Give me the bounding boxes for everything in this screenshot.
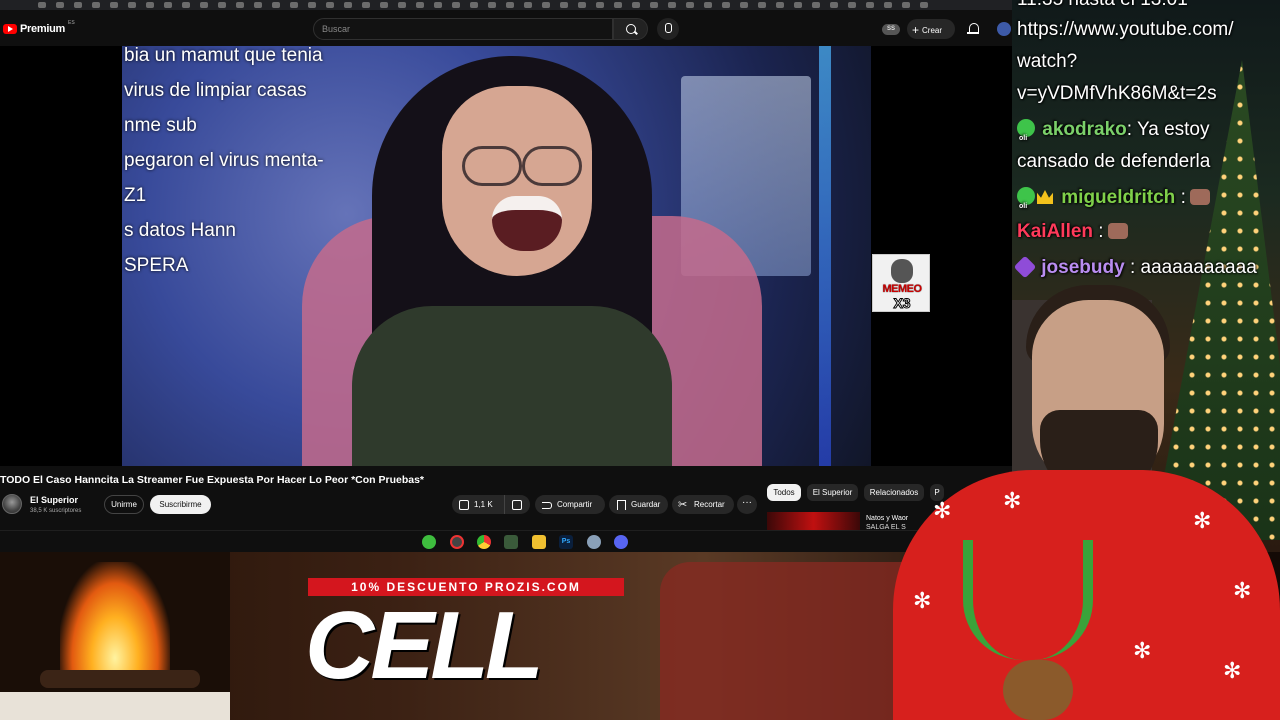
thumbs-up-icon xyxy=(459,500,469,510)
dislike-button[interactable] xyxy=(504,495,530,514)
chat-text: : aaaaaaaaaaa xyxy=(1124,257,1257,278)
clip-label: Recortar xyxy=(694,500,725,509)
video-chat-line: virus de limpiar casas xyxy=(124,80,307,101)
premium-label: Premium xyxy=(20,23,65,35)
memeo-badge: MEMEO X3 xyxy=(872,254,930,312)
like-button[interactable]: 1,1 K xyxy=(452,495,504,514)
microphone-icon[interactable] xyxy=(657,18,679,40)
video-chat-line: s datos Hann xyxy=(124,220,236,241)
emote-icon xyxy=(1189,189,1210,205)
create-button[interactable]: + Crear xyxy=(907,19,955,39)
chat-url-line: https://www.youtube.com/ xyxy=(1017,19,1234,40)
channel-avatar[interactable] xyxy=(2,494,22,514)
obs-icon[interactable] xyxy=(450,535,464,549)
youtube-play-icon xyxy=(3,24,17,34)
chat-text: cansado de defenderla xyxy=(1017,151,1211,172)
x3-label: X3 xyxy=(893,295,911,312)
chat-username: KaiAllen xyxy=(1017,221,1094,242)
chat-username: akodrako xyxy=(1042,119,1127,140)
account-avatar[interactable] xyxy=(997,22,1011,36)
share-icon xyxy=(542,500,552,509)
video-chat-line: SPERA xyxy=(124,255,189,276)
save-button[interactable]: Guardar xyxy=(609,495,668,514)
app-icon[interactable] xyxy=(504,535,518,549)
fireplace-image xyxy=(0,552,230,720)
taskbar: Ps xyxy=(0,530,1012,552)
search-icon[interactable] xyxy=(613,18,648,40)
chip-todos[interactable]: Todos xyxy=(767,484,801,501)
region-label: ES xyxy=(67,20,75,26)
subscriber-badge-icon xyxy=(1017,119,1035,155)
recommended-thumbnail[interactable] xyxy=(767,512,860,532)
video-player[interactable]: bia un mamut que tenia virus de limpiar … xyxy=(0,46,1012,466)
chat-url-line: watch? xyxy=(1017,51,1078,72)
browser-tab-strip[interactable] xyxy=(0,0,1012,10)
youtube-logo[interactable]: Premium ES xyxy=(3,20,75,35)
video-chat-line: bia un mamut que tenia xyxy=(124,46,323,66)
gem-badge-icon xyxy=(1013,255,1037,279)
chat-username: josebudy xyxy=(1041,257,1125,278)
create-label: Crear xyxy=(922,26,943,35)
discord-icon[interactable] xyxy=(614,535,628,549)
clip-button[interactable]: Recortar xyxy=(672,495,734,515)
chat-text: : xyxy=(1175,187,1186,208)
channel-name[interactable]: El Superior xyxy=(30,495,78,505)
bookmark-icon xyxy=(616,500,626,510)
save-label: Guardar xyxy=(631,500,661,509)
chat-message: KaiAllen : xyxy=(1017,216,1128,248)
photoshop-icon[interactable]: Ps xyxy=(559,535,573,549)
app-icon[interactable] xyxy=(587,535,601,549)
search-input[interactable]: Buscar xyxy=(313,18,613,40)
chat-message: josebudy : aaaaaaaaaaa xyxy=(1013,252,1257,284)
plus-icon: + xyxy=(912,23,920,37)
video-chat-line: Z1 xyxy=(124,185,147,206)
subscribe-button[interactable]: Suscribirme xyxy=(150,495,211,514)
chip-el-superior[interactable]: El Superior xyxy=(807,484,858,501)
join-button[interactable]: Unirme xyxy=(104,495,144,514)
subscriber-badge-icon xyxy=(1017,187,1035,223)
ss-badge[interactable]: SS xyxy=(882,24,900,35)
scissors-icon xyxy=(678,496,689,515)
spotify-icon[interactable] xyxy=(422,535,436,549)
chat-message: migueldritch : xyxy=(1017,182,1210,223)
chat-message: akodrako: Ya estoy xyxy=(1017,114,1210,155)
crown-badge-icon xyxy=(1037,190,1053,204)
stream-screen: Premium ES Buscar SS + Crear bia un mamu… xyxy=(0,0,1280,720)
thumbs-down-icon xyxy=(512,500,522,510)
christmas-sweater: ✻ ✻ ✻ ✻ ✻ ✻ ✻ xyxy=(893,470,1280,720)
like-count: 1,1 K xyxy=(474,500,493,509)
chat-url-line: v=yVDMfVhK86M&t=2s xyxy=(1017,83,1217,104)
video-chat-line: nme sub xyxy=(124,115,197,136)
chat-username: migueldritch xyxy=(1061,187,1176,208)
video-chat-line: pegaron el virus menta- xyxy=(124,150,324,171)
share-label: Compartir xyxy=(557,500,593,509)
subscriber-count: 38,5 K suscriptores xyxy=(30,508,82,514)
video-title: TODO El Caso Hanncita La Streamer Fue Ex… xyxy=(0,474,425,486)
promo-product-name: CELL xyxy=(305,592,544,699)
emote-icon xyxy=(1107,223,1128,239)
chip-relacionados[interactable]: Relacionados xyxy=(864,484,924,501)
bell-icon[interactable] xyxy=(967,22,979,35)
chat-text: : Ya estoy xyxy=(1126,119,1210,140)
video-chat-overlay: bia un mamut que tenia virus de limpiar … xyxy=(124,46,384,283)
chat-text: : xyxy=(1093,221,1104,242)
twitch-chat: 11:35 hasta el 13:01 https://www.youtube… xyxy=(1012,0,1280,290)
more-options-button[interactable]: ··· xyxy=(737,495,757,514)
memeo-label: MEMEO xyxy=(882,283,922,295)
share-button[interactable]: Compartir xyxy=(535,495,605,514)
youtube-window: Premium ES Buscar SS + Crear bia un mamu… xyxy=(0,0,1012,552)
folder-icon[interactable] xyxy=(532,535,546,549)
chrome-icon[interactable] xyxy=(477,535,491,549)
channel-row: El Superior 38,5 K suscriptores Unirme S… xyxy=(0,492,760,518)
